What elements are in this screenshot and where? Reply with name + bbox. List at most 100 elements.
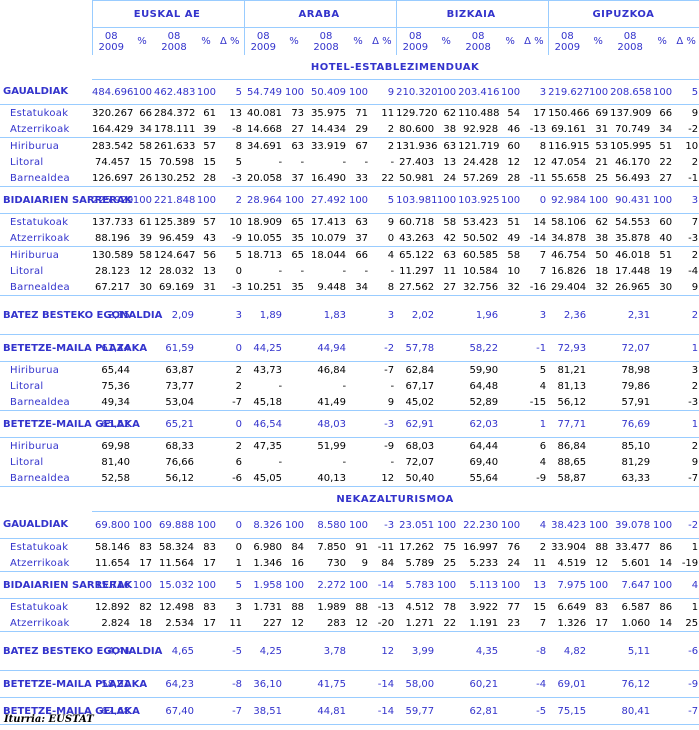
column-header: Δ % [370,28,396,56]
value-cell: 28.964 [244,186,285,214]
value-cell: 46,84 [317,364,347,376]
value-cell: 43,73 [253,364,283,376]
value-cell: 63,87 [165,364,194,376]
value-cell: 8.580 [306,511,349,539]
value-cell: -2 [370,334,397,362]
table-row: BETETZE-MAILA GELAKA 62,68 67,40 -7 38,51 44,… [0,697,699,725]
row-label: Estatukoak [10,601,69,613]
value-cell: 16.997 [463,541,499,553]
value-cell: 16 [284,555,307,572]
value-cell: 11.654 [92,555,132,572]
value-cell: 11 [522,555,549,572]
value-cell [196,362,218,379]
value-cell: 46.170 [615,156,651,168]
value-cell: 100 [436,571,459,599]
value-cell [500,438,522,455]
value-cell: 100 [284,571,307,599]
value-cell: -1 [522,334,549,362]
row-label: Estatukoak [10,107,69,119]
value-cell: 164.429 [92,121,133,138]
value-cell: -14 [370,697,397,725]
value-cell: 69,40 [469,456,499,468]
value-cell [652,410,675,438]
value-cell: 15 [533,601,547,613]
value-cell: 5.113 [458,571,501,599]
value-cell: 131.936 [396,140,438,152]
value-cell: 8 [235,140,243,152]
value-cell: 9.448 [306,279,349,296]
value-cell: 27.562 [396,279,437,296]
value-cell: 54.553 [615,216,651,228]
value-cell: 60 [507,140,521,152]
section-title: NEKAZALTURISMOA [92,486,699,512]
value-cell: 100 [132,511,154,539]
value-cell: 74.457 [95,156,130,168]
value-cell: 12 [348,615,371,632]
value-cell: 484.696 [92,79,133,105]
value-cell [500,697,523,725]
value-cell: 59,90 [469,364,499,376]
value-cell: 2 [387,140,395,152]
value-cell: 92.928 [458,121,501,138]
value-cell: - [390,456,395,468]
column-header-line1: 08 [256,30,270,42]
value-cell: 5.789 [396,555,437,572]
value-cell [196,438,218,455]
value-cell: 34 [348,279,371,296]
value-cell: 28.032 [159,265,194,277]
table-row: Estatukoak 137.733 61 125.389 57 10 18.909 65 17… [0,214,699,231]
value-cell: 2,31 [610,295,653,335]
value-cell: 81,40 [101,456,130,468]
value-cell: 100 [500,186,523,214]
value-cell: 72,93 [548,334,589,362]
value-cell: 100 [132,186,154,214]
value-cell: 13 [229,107,243,119]
value-cell: 11 [381,107,395,119]
value-cell: 78 [443,601,457,613]
value-cell: 9 [370,79,397,105]
value-cell: 55.658 [548,170,589,187]
value-cell: 17 [196,615,218,632]
value-cell: 2 [691,156,699,168]
row-label: Litoral [10,380,44,392]
value-cell: 0 [218,511,245,539]
value-cell: -9 [384,440,395,452]
value-cell: 18 [132,615,154,632]
value-cell: 79,86 [621,380,651,392]
value-cell [588,410,611,438]
value-cell: 66 [139,107,152,119]
column-header-line1: % [593,36,603,47]
row-label: Hiriburua [10,249,60,261]
value-cell: 40 [652,230,675,247]
value-cell: 100 [196,186,218,214]
value-cell: 17 [132,555,154,572]
value-cell [348,394,371,411]
value-cell: 67,40 [154,697,196,725]
value-cell: 76,12 [610,670,653,698]
value-cell: 0 [370,230,397,247]
value-cell: 3 [691,364,699,376]
value-cell: 13 [203,265,216,277]
value-cell [652,454,674,470]
value-cell: 0 [522,186,549,214]
column-header: % [652,28,674,56]
row-label: BIDAIARIEN SARRERAK [0,571,132,599]
value-cell [284,410,307,438]
value-cell: 27 [652,170,675,187]
column-header: 08 2008 [306,28,348,56]
value-cell: 12 [588,555,611,572]
value-cell: 5 [235,249,243,261]
column-header-line1: 08 [167,30,181,42]
value-cell: 58,87 [548,470,589,487]
value-cell: 22 [659,156,673,168]
value-cell: 13 [443,156,457,168]
value-cell: 100 [588,571,611,599]
value-cell: 83 [139,541,152,553]
value-cell: 6.980 [253,541,283,553]
value-cell: 9 [370,394,397,411]
value-cell: -6 [218,470,245,487]
value-cell: - [300,156,305,168]
value-cell: 55,64 [458,470,501,487]
value-cell: 70.749 [610,121,653,138]
value-cell: 1.191 [458,615,501,632]
